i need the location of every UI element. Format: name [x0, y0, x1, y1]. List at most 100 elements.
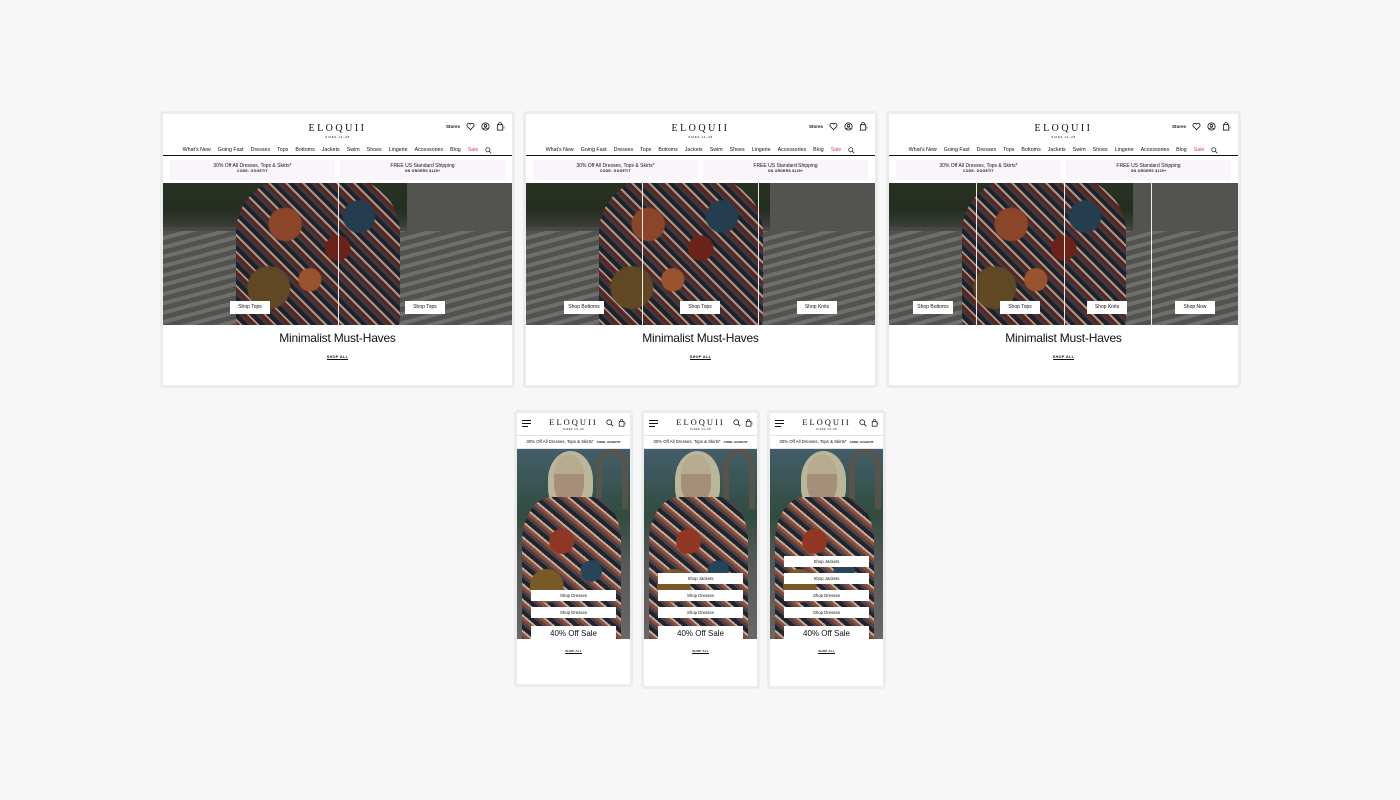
nav-item-bottoms[interactable]: Bottoms [1021, 147, 1040, 153]
nav-item-whats-new[interactable]: What's New [546, 147, 574, 153]
site-header: ELOQUII SIZES 14–28 Stores 0 [163, 114, 512, 145]
mobile-promo-bar[interactable]: 30% Off All Dresses, Tops & Skirts* CODE:… [644, 435, 757, 449]
shop-knits-button[interactable]: Shop Knits [797, 301, 837, 314]
bag-icon[interactable]: 0 [618, 419, 626, 427]
shop-tops-button[interactable]: Shop Tops [1000, 301, 1040, 314]
bag-icon[interactable]: 0 [745, 419, 753, 427]
account-icon[interactable] [1207, 122, 1216, 131]
shop-jackets-button[interactable]: Shop Jackets [784, 573, 869, 584]
shop-tops-button[interactable]: Shop Tops [680, 301, 720, 314]
heart-icon[interactable] [829, 122, 838, 131]
hero-divider [338, 183, 339, 325]
utility-bar: Stores 0 [446, 122, 505, 131]
shop-all-link[interactable]: SHOP ALL [818, 649, 835, 654]
nav-item-jackets[interactable]: Jackets [685, 147, 703, 153]
shop-knits-button[interactable]: Shop Knits [1087, 301, 1127, 314]
nav-item-accessories[interactable]: Accessories [778, 147, 807, 153]
nav-item-lingerie[interactable]: Lingerie [1115, 147, 1134, 153]
nav-item-tops[interactable]: Tops [277, 147, 288, 153]
shop-dresses-button[interactable]: Shop Dresses [658, 590, 743, 601]
nav-item-jackets[interactable]: Jackets [1048, 147, 1066, 153]
shop-dresses-button[interactable]: Shop Dresses [784, 607, 869, 618]
nav-item-dresses[interactable]: Dresses [614, 147, 633, 153]
mobile-promo-bar[interactable]: 30% Off All Dresses, Tops & Skirts* CODE:… [770, 435, 883, 449]
nav-item-tops[interactable]: Tops [1003, 147, 1014, 153]
shop-tops-button[interactable]: Shop Tops [405, 301, 445, 314]
nav-item-shoes[interactable]: Shoes [367, 147, 382, 153]
nav-item-whats-new[interactable]: What's New [909, 147, 937, 153]
nav-item-jackets[interactable]: Jackets [322, 147, 340, 153]
shop-dresses-button[interactable]: Shop Dresses [531, 607, 616, 618]
shop-dresses-button[interactable]: Shop Dresses [658, 607, 743, 618]
shop-jackets-button[interactable]: Shop Jackets [658, 573, 743, 584]
heart-icon[interactable] [1192, 122, 1201, 131]
nav-item-sale[interactable]: Sale [831, 147, 842, 153]
nav-item-going-fast[interactable]: Going Fast [581, 147, 607, 153]
stores-link[interactable]: Stores [1172, 124, 1186, 129]
shop-tops-button[interactable]: Shop Tops [230, 301, 270, 314]
search-icon[interactable] [848, 146, 855, 154]
hero-heading: Minimalist Must-Haves [1005, 331, 1122, 345]
promo-shipping-sub: ON ORDERS $125+ [404, 169, 441, 173]
shop-all-link[interactable]: SHOP ALL [689, 355, 712, 360]
promo-discount[interactable]: 30% Off All Dresses, Tops & Skirts* CODE… [170, 160, 335, 180]
nav-item-blog[interactable]: Blog [813, 147, 824, 153]
promo-shipping[interactable]: FREE US Standard Shipping ON ORDERS $125… [1066, 160, 1231, 180]
bag-icon[interactable]: 0 [871, 419, 879, 427]
nav-item-bottoms[interactable]: Bottoms [658, 147, 677, 153]
nav-item-blog[interactable]: Blog [1176, 147, 1187, 153]
nav-item-blog[interactable]: Blog [450, 147, 461, 153]
shop-all-link[interactable]: SHOP ALL [1052, 355, 1075, 360]
svg-text:0: 0 [1229, 125, 1231, 129]
nav-item-accessories[interactable]: Accessories [1141, 147, 1170, 153]
heart-icon[interactable] [466, 122, 475, 131]
shop-all-link[interactable]: SHOP ALL [326, 355, 349, 360]
nav-item-dresses[interactable]: Dresses [251, 147, 270, 153]
shop-dresses-button[interactable]: Shop Dresses [531, 590, 616, 601]
nav-item-sale[interactable]: Sale [1194, 147, 1205, 153]
nav-item-going-fast[interactable]: Going Fast [218, 147, 244, 153]
nav-item-whats-new[interactable]: What's New [183, 147, 211, 153]
shop-bottoms-button[interactable]: Shop Bottoms [564, 301, 604, 314]
shop-all-link[interactable]: SHOP ALL [692, 649, 709, 654]
nav-item-shoes[interactable]: Shoes [730, 147, 745, 153]
hero-divider [642, 183, 643, 325]
search-icon[interactable] [1211, 146, 1218, 154]
bag-icon[interactable]: 0 [859, 122, 868, 131]
promo-discount[interactable]: 30% Off All Dresses, Tops & Skirts* CODE… [896, 160, 1061, 180]
account-icon[interactable] [481, 122, 490, 131]
search-icon[interactable] [859, 419, 867, 427]
nav-item-sale[interactable]: Sale [468, 147, 479, 153]
brand-sizes: SIZES 14–28 [1051, 135, 1076, 139]
shop-dresses-button[interactable]: Shop Dresses [784, 590, 869, 601]
nav-item-accessories[interactable]: Accessories [415, 147, 444, 153]
shop-all-link[interactable]: SHOP ALL [565, 649, 582, 654]
promo-shipping[interactable]: FREE US Standard Shipping ON ORDERS $125… [703, 160, 868, 180]
nav-item-lingerie[interactable]: Lingerie [389, 147, 408, 153]
nav-item-swim[interactable]: Swim [1073, 147, 1086, 153]
mobile-promo-bar[interactable]: 30% Off All Dresses, Tops & Skirts* CODE:… [517, 435, 630, 449]
account-icon[interactable] [844, 122, 853, 131]
bag-icon[interactable]: 0 [496, 122, 505, 131]
promo-shipping[interactable]: FREE US Standard Shipping ON ORDERS $125… [340, 160, 505, 180]
shop-bottoms-button[interactable]: Shop Bottoms [913, 301, 953, 314]
stores-link[interactable]: Stores [809, 124, 823, 129]
stores-link[interactable]: Stores [446, 124, 460, 129]
bag-icon[interactable]: 0 [1222, 122, 1231, 131]
search-icon[interactable] [606, 419, 614, 427]
search-icon[interactable] [485, 146, 492, 154]
shop-now-button[interactable]: Shop Now [1175, 301, 1215, 314]
search-icon[interactable] [733, 419, 741, 427]
shop-jackets-button[interactable]: Shop Jackets [784, 556, 869, 567]
nav-item-dresses[interactable]: Dresses [977, 147, 996, 153]
nav-item-shoes[interactable]: Shoes [1093, 147, 1108, 153]
nav-item-swim[interactable]: Swim [710, 147, 723, 153]
nav-item-swim[interactable]: Swim [347, 147, 360, 153]
nav-item-going-fast[interactable]: Going Fast [944, 147, 970, 153]
hero-caption: Minimalist Must-Haves SHOP ALL [526, 325, 875, 363]
nav-item-lingerie[interactable]: Lingerie [752, 147, 771, 153]
nav-item-tops[interactable]: Tops [640, 147, 651, 153]
nav-item-bottoms[interactable]: Bottoms [295, 147, 314, 153]
promo-discount[interactable]: 30% Off All Dresses, Tops & Skirts* CODE… [533, 160, 698, 180]
mobile-caption: SHOP ALL [770, 639, 883, 657]
